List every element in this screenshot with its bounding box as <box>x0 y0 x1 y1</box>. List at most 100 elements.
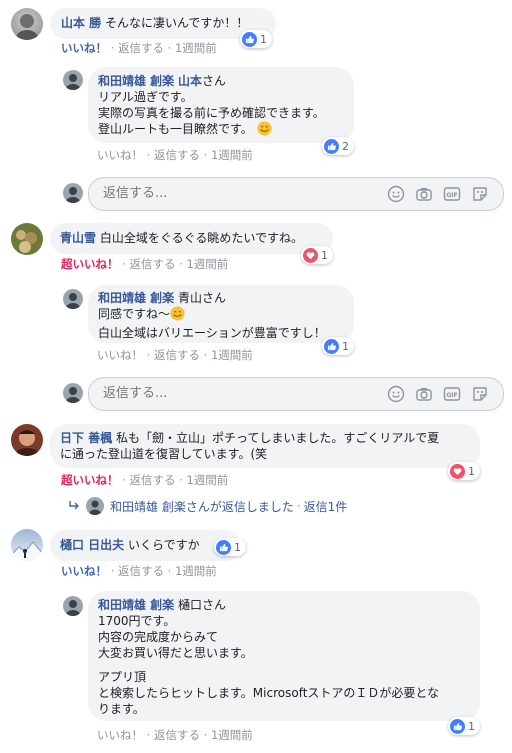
commenter-name[interactable]: 和田靖雄 創楽 <box>98 291 174 305</box>
comment-bubble: 樋口 日出夫 いくらですか <box>50 530 240 561</box>
svg-text:GIF: GIF <box>446 392 457 399</box>
reply-link[interactable]: 返信する <box>129 257 175 271</box>
comment-actions: 超いいね！ · 返信する · 1週間前 <box>61 473 229 487</box>
comment-text-line: リアル過ぎです。 <box>98 90 193 104</box>
timestamp[interactable]: 1週間前 <box>175 564 217 578</box>
like-link[interactable]: いいね！ <box>97 728 143 742</box>
avatar[interactable] <box>63 289 83 309</box>
commenter-name[interactable]: 日下 善楓 <box>60 431 112 445</box>
like-link[interactable]: いいね！ <box>61 41 107 55</box>
emoji-icon[interactable] <box>387 385 405 403</box>
comment-text-line: 同感ですね～ <box>98 307 171 321</box>
commenter-name[interactable]: 和田靖雄 創楽 <box>98 74 174 88</box>
reply-link[interactable]: 返信する <box>129 473 175 487</box>
comment-text-line: と検索したらヒットします。MicrosoftストアのＩＤが必要とな <box>98 686 440 700</box>
reaction-count[interactable]: 1 <box>448 717 480 735</box>
reply-input[interactable] <box>101 385 375 402</box>
svg-text:GIF: GIF <box>446 192 457 199</box>
timestamp[interactable]: 1週間前 <box>175 41 217 55</box>
commenter-name[interactable]: 山本 勝 <box>61 16 101 30</box>
commenter-name[interactable]: 和田靖雄 創楽 <box>98 598 174 612</box>
reply-arrow-icon <box>68 501 80 511</box>
comment-actions: いいね！ · 返信する · 1週間前 <box>97 728 253 742</box>
gif-icon[interactable]: GIF <box>443 185 461 203</box>
like-link[interactable]: いいね！ <box>97 148 143 162</box>
comment-text-line: 白山全域はバリエーションが豊富ですし！ <box>98 326 326 340</box>
timestamp[interactable]: 1週間前 <box>186 473 228 487</box>
smile-emoji-icon <box>257 121 272 140</box>
comment-bubble: 和田靖雄 創楽 樋口さん 1700円です。 内容の完成度からみて 大変お買い得だ… <box>88 591 480 721</box>
comment-actions: 超いいね！ · 返信する · 1週間前 <box>61 257 229 271</box>
comment-bubble: 和田靖雄 創楽 青山さん 同感ですね～ 白山全域はバリエーションが豊富ですし！ <box>88 285 354 343</box>
avatar[interactable] <box>11 8 43 40</box>
timestamp[interactable]: 1週間前 <box>186 257 228 271</box>
reaction-count[interactable]: 1 <box>301 246 333 264</box>
comment-text-line: 私も「劒・立山」ポチってしまいました。すごくリアルで夏 <box>116 431 440 445</box>
comment-text-line: ります。 <box>98 702 145 716</box>
like-reaction-icon <box>242 31 257 47</box>
commenter-name[interactable]: 樋口 日出夫 <box>60 538 124 552</box>
timestamp[interactable]: 1週間前 <box>211 148 253 162</box>
reply-input[interactable] <box>101 185 375 202</box>
avatar[interactable] <box>11 223 43 255</box>
comment-text-line: 大変お買い得だと思います。 <box>98 646 253 660</box>
avatar[interactable] <box>11 529 43 561</box>
like-link[interactable]: いいね！ <box>61 564 107 578</box>
like-reaction-icon <box>324 338 339 354</box>
comment-actions: いいね！ · 返信する · 1週間前 <box>97 348 253 362</box>
camera-icon[interactable] <box>415 385 433 403</box>
reply-input-box[interactable]: GIF <box>88 177 504 211</box>
reaction-count[interactable]: 1 <box>322 337 354 355</box>
love-reaction-icon <box>303 247 318 263</box>
comment-text-line: 内容の完成度からみて <box>98 630 219 644</box>
like-link[interactable]: いいね！ <box>97 348 143 362</box>
like-reaction-icon <box>450 718 465 734</box>
avatar[interactable] <box>63 70 83 90</box>
replies-summary[interactable]: 和田靖雄 創楽さんが返信しました · 返信1件 <box>68 497 347 515</box>
emoji-icon[interactable] <box>387 185 405 203</box>
timestamp[interactable]: 1週間前 <box>211 348 253 362</box>
avatar <box>63 383 83 403</box>
mention-tag[interactable]: 山本 <box>178 74 202 88</box>
comment-actions: いいね！ · 返信する · 1週間前 <box>97 148 253 162</box>
sticker-icon[interactable] <box>471 185 489 203</box>
commenter-name[interactable]: 青山雪 <box>60 231 96 245</box>
reply-count-link[interactable]: 返信1件 <box>304 498 348 515</box>
comment-actions: いいね！ · 返信する · 1週間前 <box>61 41 217 55</box>
reply-link[interactable]: 返信する <box>118 564 164 578</box>
reaction-count[interactable]: 1 <box>448 462 480 480</box>
comment-text-line: 登山ルートも一目瞭然です。 <box>98 122 253 136</box>
reaction-count[interactable]: 1 <box>240 30 272 48</box>
comment-bubble: 青山雪 白山全域をぐるぐる眺めたいですね。 <box>50 223 333 254</box>
avatar <box>63 183 83 203</box>
mention-tag[interactable]: 樋口 <box>178 598 202 612</box>
reaction-count[interactable]: 1 <box>214 538 246 556</box>
comment-text-line: アプリ頂 <box>98 670 147 684</box>
comment-text-line: に通った登山道を復習しています。(笑 <box>60 447 268 461</box>
replied-text: 和田靖雄 創楽さんが返信しました <box>110 499 294 514</box>
reaction-count[interactable]: 2 <box>322 137 354 155</box>
reply-link[interactable]: 返信する <box>118 41 164 55</box>
reply-link[interactable]: 返信する <box>154 728 200 742</box>
reply-link[interactable]: 返信する <box>154 348 200 362</box>
comment-bubble: 和田靖雄 創楽 山本さん リアル過ぎです。 実際の写真を撮る前に予め確認できます… <box>88 67 354 143</box>
comment-text-line: 1700円です。 <box>98 614 176 628</box>
love-reaction-icon <box>450 463 465 479</box>
smile-emoji-icon <box>170 306 185 325</box>
comment-actions: いいね！ · 返信する · 1週間前 <box>61 564 217 578</box>
mention-tag[interactable]: 青山 <box>178 291 202 305</box>
super-like-link[interactable]: 超いいね！ <box>61 257 119 271</box>
camera-icon[interactable] <box>415 185 433 203</box>
like-reaction-icon <box>324 138 339 154</box>
avatar[interactable] <box>63 596 83 616</box>
sticker-icon[interactable] <box>471 385 489 403</box>
comment-text: いくらですか <box>128 538 200 552</box>
super-like-link[interactable]: 超いいね！ <box>61 473 119 487</box>
timestamp[interactable]: 1週間前 <box>211 728 253 742</box>
comment-text: そんなに凄いんですか！！ <box>105 16 249 30</box>
gif-icon[interactable]: GIF <box>443 385 461 403</box>
reply-link[interactable]: 返信する <box>154 148 200 162</box>
reply-input-box[interactable]: GIF <box>88 377 504 411</box>
like-reaction-icon <box>216 539 231 555</box>
avatar[interactable] <box>11 424 43 456</box>
